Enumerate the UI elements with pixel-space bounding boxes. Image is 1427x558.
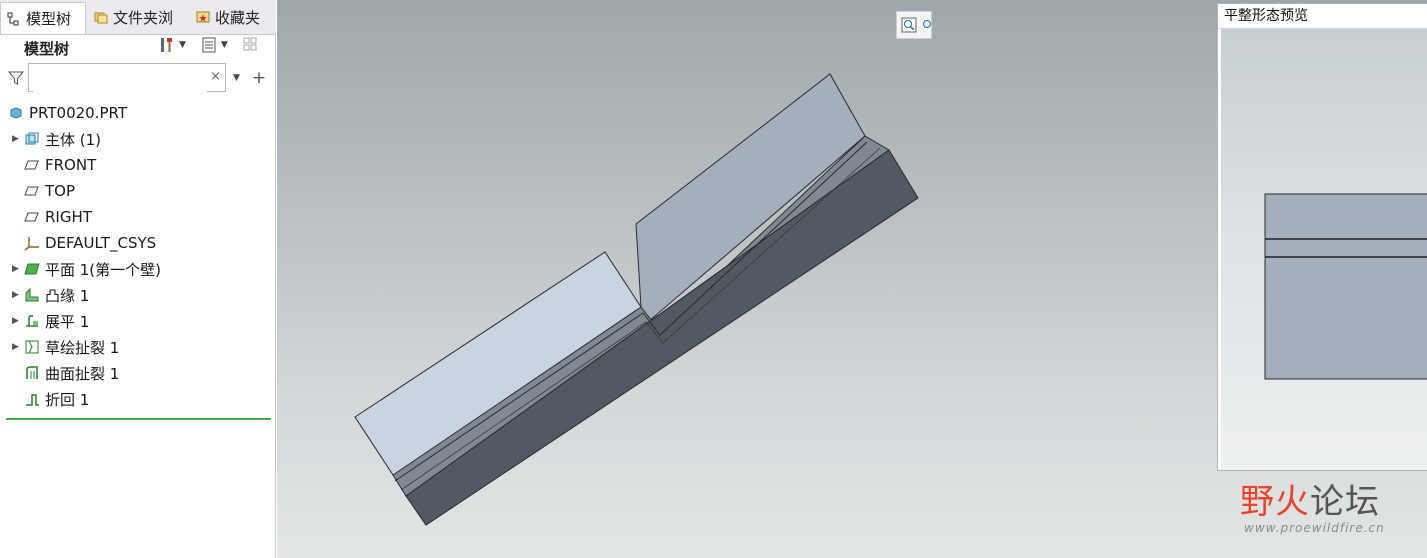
expand-arrow-icon[interactable]: ▶ (12, 316, 24, 326)
tree-node-csys[interactable]: DEFAULT_CSYS (24, 230, 156, 256)
search-input[interactable] (33, 64, 207, 92)
sketch-rip-icon (25, 340, 39, 354)
datum-plane-icon (24, 186, 39, 196)
favorites-icon (196, 11, 210, 23)
flat-preview-canvas[interactable] (1221, 29, 1427, 470)
tree-node-label: RIGHT (45, 208, 92, 226)
flat-pattern-view (1264, 193, 1427, 380)
part-icon (10, 107, 22, 119)
show-columns-button[interactable] (200, 36, 218, 54)
tab-folder-browser[interactable]: 文件夹浏 (90, 2, 182, 32)
preview-title: 平整形态预览 (1218, 4, 1427, 29)
add-icon[interactable]: + (252, 68, 266, 88)
unbend-icon (26, 315, 38, 327)
graphics-window[interactable]: 平整形态预览 野火论坛 www.proewildfire.cn (277, 0, 1427, 558)
expand-arrow-icon[interactable]: ▶ (12, 342, 24, 352)
navigator-tabs: 模型树 文件夹浏 收藏夹 (0, 0, 276, 35)
forum-watermark: 野火论坛 www.proewildfire.cn (1240, 474, 1385, 535)
tree-node-label: 曲面扯裂 1 (45, 364, 120, 383)
tree-node-label: 草绘扯裂 1 (45, 338, 120, 357)
tree-settings-button[interactable] (158, 36, 176, 54)
tree-node-front[interactable]: FRONT (24, 152, 96, 178)
tree-node-bend-back[interactable]: 折回 1 (24, 386, 89, 412)
tab-label: 模型树 (26, 10, 72, 28)
chevron-down-icon[interactable]: ▼ (221, 40, 228, 50)
base-top-face (392, 135, 890, 497)
tree-node-flange[interactable]: ▶ 凸缘 1 (12, 282, 89, 308)
tree-node-label: PRT0020.PRT (29, 104, 128, 122)
tree-node-body[interactable]: ▶ 主体 (1) (12, 126, 101, 152)
panel-title: 模型树 (24, 40, 70, 58)
watermark-url: www.proewildfire.cn (1244, 521, 1385, 535)
tree-node-label: DEFAULT_CSYS (45, 234, 157, 252)
tree-node-part[interactable]: PRT0020.PRT (8, 100, 127, 126)
chevron-down-icon[interactable]: ▼ (179, 40, 186, 50)
filter-icon[interactable] (8, 70, 24, 86)
datum-plane-icon (24, 212, 39, 222)
tab-label: 收藏夹 (215, 8, 261, 27)
tree-node-top[interactable]: TOP (24, 178, 75, 204)
zoom-fit-icon[interactable] (901, 17, 917, 33)
flat-pattern-outline (1264, 193, 1427, 380)
tree-node-label: 展平 1 (45, 312, 90, 331)
tab-model-tree[interactable]: 模型树 (0, 2, 86, 34)
tree-node-label: 凸缘 1 (45, 286, 90, 305)
tree-node-label: 主体 (1) (45, 130, 102, 149)
planar-wall-icon (24, 263, 40, 275)
tab-favorites[interactable]: 收藏夹 (192, 2, 276, 32)
flat-preview-window[interactable]: 平整形态预览 (1217, 3, 1427, 471)
watermark-title-a: 野火 (1240, 482, 1310, 522)
csys-icon (24, 237, 39, 251)
tree-icon (7, 12, 19, 25)
grid-filter-icon (243, 37, 257, 51)
folder-browser-icon (94, 12, 108, 24)
body-icon (25, 132, 39, 145)
tree-toolbar: ▼ ▼ (158, 36, 260, 54)
datum-plane-icon (24, 160, 39, 170)
zoom-in-icon[interactable] (921, 17, 931, 33)
tree-node-sketch-rip[interactable]: ▶ 草绘扯裂 1 (12, 334, 119, 360)
surface-rip-icon (26, 366, 38, 379)
flat-pattern-flange-left (1264, 193, 1427, 240)
tree-node-label: 平面 1(第一个壁) (45, 260, 162, 279)
tree-filter-button[interactable] (242, 36, 260, 54)
tab-label: 文件夹浏 (113, 8, 174, 27)
expand-arrow-icon[interactable]: ▶ (12, 264, 24, 274)
tree-end-separator (6, 418, 271, 420)
expand-arrow-icon[interactable]: ▶ (12, 134, 24, 144)
flange-icon (25, 287, 39, 302)
search-field[interactable]: × (28, 63, 226, 92)
clear-icon[interactable]: × (210, 69, 221, 84)
search-row: × ▼ + (8, 63, 266, 92)
tree-node-label: FRONT (45, 156, 97, 174)
bend-back-icon (26, 394, 39, 406)
chevron-down-icon[interactable]: ▼ (233, 73, 240, 83)
expand-arrow-icon[interactable]: ▶ (12, 290, 24, 300)
list-icon (202, 37, 216, 53)
tools-icon (161, 38, 172, 52)
tree-node-unbend[interactable]: ▶ 展平 1 (12, 308, 89, 334)
tree-node-label: TOP (45, 182, 76, 200)
watermark-title-b: 论坛 (1310, 482, 1380, 522)
tree-node-planar-wall[interactable]: ▶ 平面 1(第一个壁) (12, 256, 161, 282)
model-tree-panel: 模型树 文件夹浏 收藏夹 模型树 ▼ ▼ × ▼ + PRT0020.PRT ▶… (0, 0, 276, 558)
tree-node-right[interactable]: RIGHT (24, 204, 92, 230)
view-toolbar-main (896, 11, 932, 39)
tree-node-surface-rip[interactable]: 曲面扯裂 1 (24, 360, 119, 386)
tree-node-label: 折回 1 (45, 390, 90, 409)
